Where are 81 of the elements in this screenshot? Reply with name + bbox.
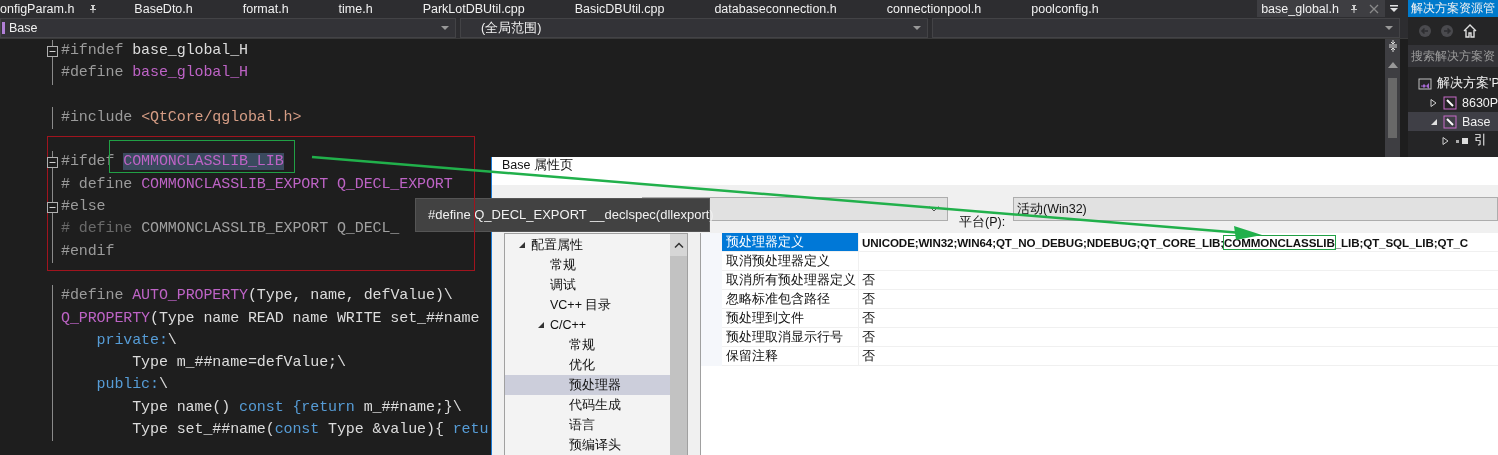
expanded-arrow-icon[interactable] xyxy=(1430,117,1438,126)
tree-item[interactable]: 语言 xyxy=(505,415,670,435)
code-line: #define base_global_H xyxy=(61,63,248,84)
code-line: Type set_##name(const Type &value){ retu xyxy=(131,420,489,441)
caret-icon[interactable] xyxy=(441,26,449,30)
code-line: Q_PROPERTY(Type name READ name WRITE set_##name xyxy=(61,308,480,329)
file-tab[interactable]: base_global.h xyxy=(1257,0,1385,17)
tree-item[interactable]: Base xyxy=(1408,112,1498,131)
property-value: 否 xyxy=(862,273,875,287)
collapsed-arrow-icon[interactable] xyxy=(1430,98,1438,107)
code-line: public:\ xyxy=(95,375,168,396)
property-name[interactable]: 预处理到文件 xyxy=(722,309,859,327)
property-name[interactable]: 预处理器定义 xyxy=(722,233,859,251)
dialog-title: Base 属性页 xyxy=(502,158,573,172)
caret-icon[interactable] xyxy=(1385,26,1393,30)
file-tab[interactable]: format.h xyxy=(242,0,289,17)
file-tab[interactable]: BasicDBUtil.cpp xyxy=(574,0,665,17)
split-icon[interactable] xyxy=(1386,40,1399,52)
tree-item[interactable]: 常规 xyxy=(505,335,670,355)
tree-item[interactable]: 预编译头 xyxy=(505,435,670,455)
code-line: #endif xyxy=(61,241,115,262)
tree-item[interactable]: 预处理器 xyxy=(505,375,670,395)
file-tab[interactable]: poolconfig.h xyxy=(1031,0,1099,17)
solution-icon xyxy=(1418,76,1432,91)
expanded-arrow-icon[interactable] xyxy=(538,322,544,328)
property-value: 否 xyxy=(862,349,875,363)
tree-item[interactable]: 常规 xyxy=(505,255,670,275)
platform-label: 平台(P): xyxy=(959,215,1007,230)
project-icon xyxy=(1443,95,1457,110)
caret-icon[interactable] xyxy=(913,26,921,30)
file-tab[interactable]: ParkLotDBUtil.cpp xyxy=(422,0,525,17)
property-name[interactable]: 取消所有预处理器定义 xyxy=(722,271,859,289)
scroll-up-icon[interactable] xyxy=(1387,62,1398,68)
code-line: #define AUTO_PROPERTY(Type, name, defValue)\ xyxy=(61,286,453,307)
property-value: 否 xyxy=(862,292,875,306)
tree-item[interactable]: 优化 xyxy=(505,355,670,375)
property-name[interactable]: 取消预处理器定义 xyxy=(722,252,859,270)
pin-icon[interactable] xyxy=(88,3,99,14)
property-name[interactable]: 预处理取消显示行号 xyxy=(722,328,859,346)
file-tab[interactable]: databaseconnection.h xyxy=(714,0,837,17)
collapse-icon[interactable] xyxy=(47,201,58,213)
tree-item[interactable]: 调试 xyxy=(505,275,670,295)
tree-item[interactable]: 配置属性 xyxy=(505,235,670,255)
tree-item[interactable]: 8630P xyxy=(1408,93,1498,112)
dropdown-icon[interactable] xyxy=(1389,3,1399,14)
scope-dropdown[interactable]: (全局范围) xyxy=(460,18,928,38)
project-dropdown[interactable]: Base xyxy=(0,18,456,38)
file-tab[interactable]: time.h xyxy=(338,0,373,17)
tree-item[interactable]: 代码生成 xyxy=(505,395,670,415)
chevron-down-icon[interactable] xyxy=(929,206,939,212)
code-line: # define COMMONCLASSLIB_EXPORT Q_DECL_ xyxy=(61,219,400,240)
project-icon xyxy=(1443,114,1457,129)
file-tab[interactable]: BaseDto.h xyxy=(134,0,193,17)
tree-item[interactable]: C/C++ xyxy=(505,315,670,335)
scrollbar[interactable] xyxy=(670,234,687,455)
code-line: #include <QtCore/qglobal.h> xyxy=(61,107,302,128)
tree-item[interactable]: VC++ 目录 xyxy=(505,295,670,315)
platform-dropdown[interactable]: 活动(Win32) xyxy=(1013,197,1498,221)
expanded-arrow-icon[interactable] xyxy=(519,242,525,248)
collapse-icon[interactable] xyxy=(47,45,58,57)
property-name[interactable]: 保留注释 xyxy=(722,347,859,365)
property-value: 否 xyxy=(862,311,875,325)
collapse-icon[interactable] xyxy=(47,157,58,169)
collapsed-arrow-icon[interactable] xyxy=(1442,136,1450,145)
tree-item[interactable]: 引 xyxy=(1408,131,1498,150)
code-line: private:\ xyxy=(95,330,177,351)
home-icon[interactable] xyxy=(1462,23,1478,39)
scroll-up-icon[interactable] xyxy=(673,242,684,248)
code-line: Type name() const {return m_##name;}\ xyxy=(131,397,462,418)
code-line: # define COMMONCLASSLIB_EXPORT Q_DECL_EXPORT xyxy=(61,174,453,195)
search-field[interactable]: 搜索解决方案资 xyxy=(1408,45,1498,67)
property-name[interactable]: 忽略标准包含路径 xyxy=(722,290,859,308)
file-tab[interactable]: onfigParam.h xyxy=(0,0,99,17)
panel-title: 解决方案资源管 xyxy=(1408,0,1498,17)
code-line: Type m_##name=defValue;\ xyxy=(131,353,346,374)
code-line: #else xyxy=(61,197,106,218)
code-line: #ifndef base_global_H xyxy=(61,41,248,61)
pin-icon[interactable] xyxy=(1349,3,1359,14)
file-tab[interactable]: connectionpool.h xyxy=(886,0,982,17)
close-icon[interactable] xyxy=(1369,3,1379,14)
property-value: 否 xyxy=(862,330,875,344)
